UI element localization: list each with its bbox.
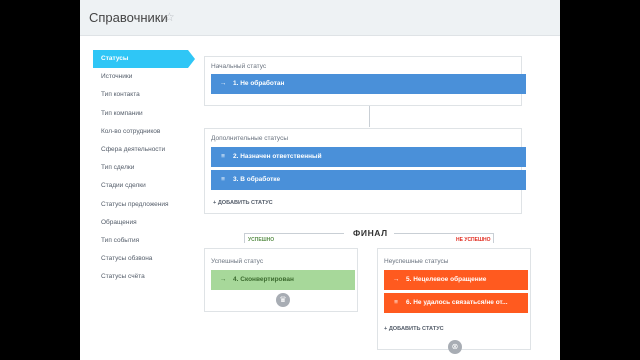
additional-statuses-box: Дополнительные статусы ≡ 2. Назначен отве… — [204, 128, 526, 214]
initial-status-box: Начальный статус → 1. Не обработан — [204, 56, 526, 106]
status-item-initial[interactable]: → 1. Не обработан — [211, 74, 526, 94]
drag-handle-icon[interactable]: ≡ — [217, 170, 229, 190]
final-line-left-tick — [244, 233, 245, 243]
fail-status-box: Неуспешные статусы → 5. Нецелевое обращен… — [377, 248, 531, 350]
sidebar: Статусы Источники Тип контакта Тип компа… — [93, 50, 195, 286]
additional-statuses-title: Дополнительные статусы — [211, 135, 289, 142]
status-item-no-contact[interactable]: ≡ 6. Не удалось связаться/не от... — [384, 293, 528, 313]
status-label: 1. Не обработан — [233, 80, 285, 87]
status-label: 6. Не удалось связаться/не от... — [406, 299, 508, 306]
sidebar-item-appeals[interactable]: Обращения — [93, 214, 188, 232]
sidebar-item-deal-stages[interactable]: Стадии сделки — [93, 177, 188, 195]
status-label: 5. Нецелевое обращение — [406, 276, 487, 283]
success-tag: УСПЕШНО — [248, 237, 275, 243]
initial-status-title: Начальный статус — [211, 63, 267, 70]
sidebar-item-company-type[interactable]: Тип компании — [93, 105, 188, 123]
final-title: ФИНАЛ — [353, 228, 388, 238]
status-label: 2. Назначен ответственный — [233, 153, 322, 160]
sidebar-item-call-statuses[interactable]: Статусы обзвона — [93, 250, 188, 268]
add-status-button[interactable]: + ДОБАВИТЬ СТАТУС — [384, 326, 444, 332]
trophy-icon: ♛ — [276, 293, 290, 307]
arrow-right-icon: → — [392, 276, 400, 283]
status-item-not-target[interactable]: → 5. Нецелевое обращение — [384, 270, 528, 290]
star-icon[interactable]: ☆ — [164, 10, 175, 24]
sidebar-item-contact-type[interactable]: Тип контакта — [93, 86, 188, 104]
drag-handle-icon[interactable]: ≡ — [390, 293, 402, 313]
arrow-right-icon: → — [219, 80, 227, 87]
flow-connector — [369, 106, 370, 127]
final-line-right-tick — [493, 233, 494, 243]
add-status-button[interactable]: + ДОБАВИТЬ СТАТУС — [213, 200, 273, 206]
sidebar-item-event-type[interactable]: Тип события — [93, 232, 188, 250]
status-label: 4. Сконвертирован — [233, 276, 294, 283]
fail-tag: НЕ УСПЕШНО — [456, 237, 491, 243]
page-header: Справочники ☆ — [80, 0, 560, 36]
arrow-right-icon: → — [219, 276, 227, 283]
sidebar-item-invoice-statuses[interactable]: Статусы счёта — [93, 268, 188, 286]
status-label: 3. В обработке — [233, 176, 281, 183]
fail-status-title: Неуспешные статусы — [384, 258, 449, 265]
status-item-in-progress[interactable]: ≡ 3. В обработке — [211, 170, 526, 190]
app-window: Справочники ☆ Статусы Источники Тип конт… — [80, 0, 560, 360]
status-item-converted[interactable]: → 4. Сконвертирован — [211, 270, 355, 290]
sidebar-item-sources[interactable]: Источники — [93, 68, 188, 86]
close-icon: ⊗ — [448, 340, 462, 354]
status-item-assigned[interactable]: ≡ 2. Назначен ответственный — [211, 147, 526, 167]
sidebar-item-employees[interactable]: Кол-во сотрудников — [93, 123, 188, 141]
sidebar-item-quote-statuses[interactable]: Статусы предложения — [93, 196, 188, 214]
page-title: Справочники — [89, 10, 168, 25]
drag-handle-icon[interactable]: ≡ — [217, 147, 229, 167]
final-line-right — [394, 233, 494, 234]
main-content: Статусы Источники Тип контакта Тип компа… — [80, 36, 560, 360]
sidebar-item-statuses[interactable]: Статусы — [93, 50, 195, 69]
sidebar-item-industry[interactable]: Сфера деятельности — [93, 141, 188, 159]
final-line-left — [244, 233, 344, 234]
success-status-title: Успешный статус — [211, 258, 264, 265]
sidebar-item-deal-type[interactable]: Тип сделки — [93, 159, 188, 177]
